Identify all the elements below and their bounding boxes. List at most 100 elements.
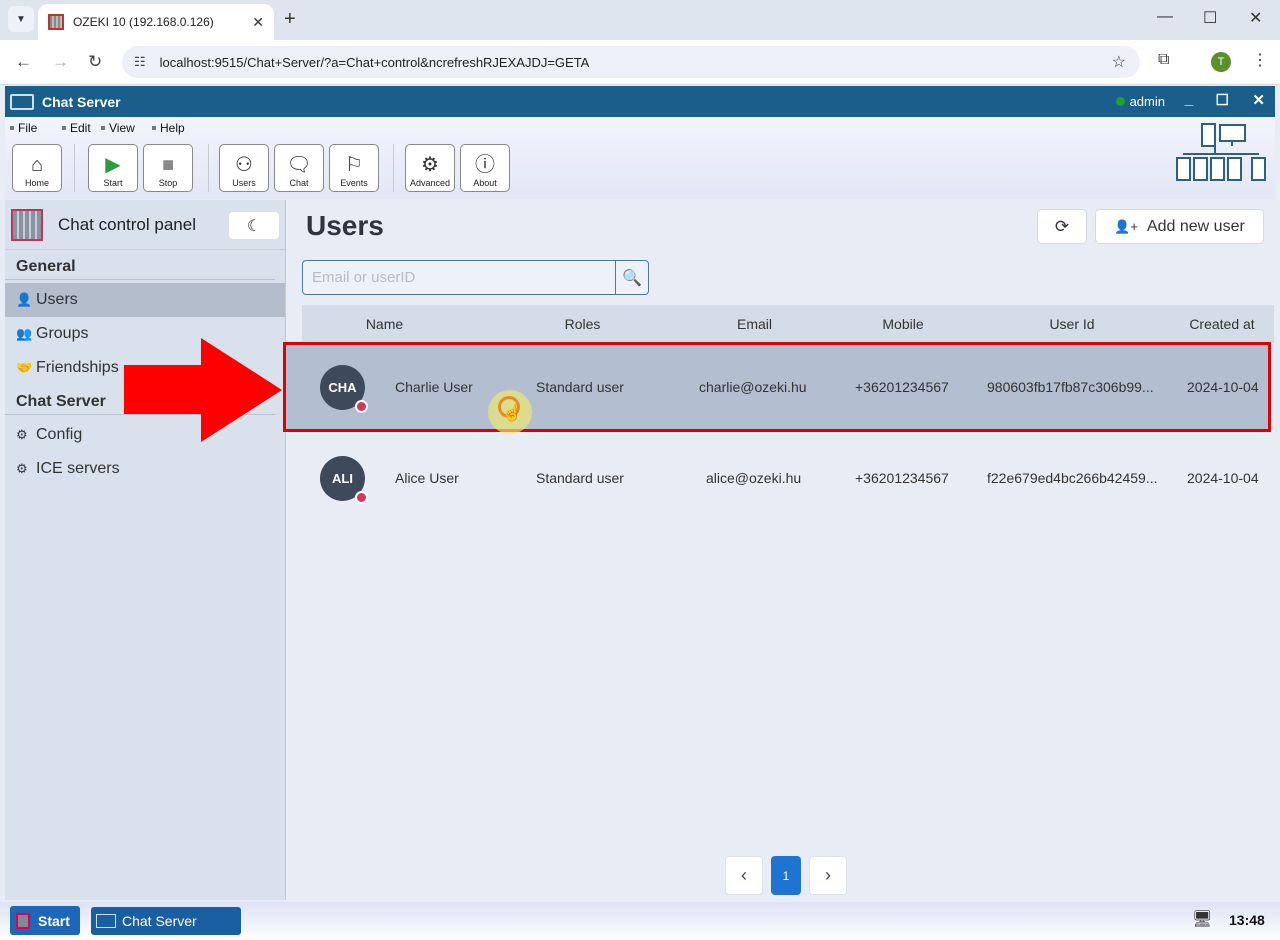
browser-tab[interactable]: OZEKI 10 (192.168.0.126) ✕ <box>38 4 274 40</box>
search-icon: 🔍 <box>622 269 642 287</box>
clock: 13:48 <box>1229 912 1265 928</box>
refresh-button[interactable]: ⟳ <box>1037 209 1087 244</box>
ozeki-logo-icon <box>16 912 30 929</box>
user-search: 🔍 <box>302 260 649 295</box>
tab-list-button[interactable]: ▼ <box>8 6 34 32</box>
app-maximize-button[interactable]: ☐ <box>1216 91 1229 109</box>
dark-mode-toggle[interactable]: ☾ <box>229 212 279 239</box>
chat-icon: 🗨 <box>286 154 312 176</box>
reload-button[interactable]: ↻ <box>88 52 102 72</box>
column-header-roles[interactable]: Roles <box>550 316 615 332</box>
table-row[interactable]: CHA Charlie User Standard user charlie@o… <box>283 342 1271 432</box>
sidebar-item-users[interactable]: 👤 Users <box>5 283 285 317</box>
page-title: Users <box>306 210 384 241</box>
address-bar-row: ← → ↻ ☷ localhost:9515/Chat+Server/?a=Ch… <box>0 40 1280 85</box>
column-header-name[interactable]: Name <box>352 316 417 332</box>
browser-menu-icon[interactable]: ⋮ <box>1252 50 1268 70</box>
sidebar-header: Chat control panel ☾ <box>5 200 285 250</box>
app-close-button[interactable]: ✕ <box>1252 91 1265 109</box>
add-new-user-button[interactable]: 👤+ Add new user <box>1095 209 1264 244</box>
toolbar-start-button[interactable]: ▶ Start <box>88 144 138 192</box>
search-button[interactable]: 🔍 <box>615 261 648 294</box>
toolbar-home-button[interactable]: ⌂ Home <box>12 144 62 192</box>
column-header-mobile[interactable]: Mobile <box>868 316 938 332</box>
avatar-initials: ALI <box>332 470 353 486</box>
url-text: localhost:9515/Chat+Server/?a=Chat+contr… <box>159 54 590 70</box>
close-window-button[interactable]: ✕ <box>1249 8 1262 28</box>
cell-created-at: 2024-10-04 <box>1187 379 1259 395</box>
next-page-button[interactable]: › <box>809 856 847 895</box>
toolbar-about-button[interactable]: ⓘ About <box>460 144 510 192</box>
chat-server-app-icon <box>10 93 34 110</box>
sidebar-item-label: ICE servers <box>36 460 120 477</box>
moon-icon: ☾ <box>246 217 262 235</box>
menu-edit[interactable]: Edit <box>62 121 91 135</box>
toolbar-label: Stop <box>158 178 178 188</box>
column-header-user-id[interactable]: User Id <box>1032 316 1112 332</box>
extensions-icon[interactable]: ⧉ <box>1158 51 1169 69</box>
cell-role: Standard user <box>536 379 624 395</box>
back-button[interactable]: ← <box>15 52 32 72</box>
toolbar-advanced-button[interactable]: ⚙ Advanced <box>405 144 455 192</box>
previous-page-button[interactable]: ‹ <box>725 856 763 895</box>
toolbar-label: Advanced <box>409 178 451 188</box>
cell-role: Standard user <box>536 470 624 486</box>
cell-created-at: 2024-10-04 <box>1187 470 1259 486</box>
search-input[interactable] <box>303 261 615 294</box>
gears-icon: ⚙ <box>16 427 28 442</box>
app-title-bar: Chat Server admin _ ☐ ✕ <box>5 86 1275 117</box>
bookmark-star-icon[interactable]: ☆ <box>1112 52 1126 72</box>
gear-icon: ⚙ <box>421 154 439 176</box>
sidebar-item-label: Friendships <box>36 359 119 376</box>
display-tray-icon[interactable]: 🖥 <box>1192 909 1212 929</box>
app-title: Chat Server <box>42 93 121 110</box>
username: admin <box>1129 94 1165 109</box>
logged-in-user[interactable]: admin <box>1115 94 1165 109</box>
toolbar-separator <box>393 144 394 192</box>
start-button[interactable]: Start <box>10 906 80 935</box>
cell-name: Alice User <box>395 470 459 486</box>
close-tab-icon[interactable]: ✕ <box>252 14 264 31</box>
menu-help[interactable]: Help <box>152 121 185 135</box>
toolbar-label: Home <box>24 178 49 188</box>
menu-view[interactable]: View <box>101 121 135 135</box>
app-minimize-button[interactable]: _ <box>1185 91 1193 108</box>
taskbar: Start Chat Server <box>0 902 1280 940</box>
menu-toolbar-area: File Edit View Help ⌂ Home ▶ Start ■ Sto… <box>5 117 1275 199</box>
refresh-icon: ⟳ <box>1054 216 1070 236</box>
avatar-initials: CHA <box>328 379 357 395</box>
column-header-email[interactable]: Email <box>722 316 787 332</box>
page-1-button[interactable]: 1 <box>771 856 801 895</box>
forward-button[interactable]: → <box>52 52 69 72</box>
maximize-window-button[interactable]: ☐ <box>1203 8 1217 28</box>
sidebar-item-ice-servers[interactable]: ⚙ ICE servers <box>5 452 285 486</box>
online-status-icon <box>1115 97 1125 106</box>
toolbar-chat-button[interactable]: 🗨 Chat <box>274 144 324 192</box>
toolbar-users-button[interactable]: ⚇ Users <box>219 144 269 192</box>
site-settings-icon[interactable]: ☷ <box>134 54 146 70</box>
menu-file[interactable]: File <box>10 121 37 135</box>
toolbar-stop-button[interactable]: ■ Stop <box>143 144 193 192</box>
avatar: CHA <box>320 364 368 413</box>
profile-avatar[interactable]: T <box>1211 52 1231 72</box>
toolbar-events-button[interactable]: ⚐ Events <box>329 144 379 192</box>
start-label: Start <box>38 912 70 929</box>
cell-user-id: f22e679ed4bc266b42459... <box>987 470 1158 486</box>
taskbar-chat-server[interactable]: Chat Server <box>91 907 241 935</box>
column-header-created-at[interactable]: Created at <box>1182 316 1262 332</box>
main-content: Users ⟳ 👤+ Add new user 🔍 Name Roles Ema… <box>283 200 1275 900</box>
sidebar-item-label: Groups <box>36 325 89 342</box>
toolbar-separator <box>74 144 75 192</box>
cell-email: charlie@ozeki.hu <box>699 379 807 395</box>
table-row[interactable]: ALI Alice User Standard user alice@ozeki… <box>286 433 1274 523</box>
add-user-icon: 👤+ <box>1114 218 1138 234</box>
play-icon: ▶ <box>105 154 121 176</box>
url-field[interactable]: ☷ localhost:9515/Chat+Server/?a=Chat+con… <box>122 46 1140 78</box>
minimize-window-button[interactable]: — <box>1157 8 1173 26</box>
chat-panel-logo-icon <box>11 208 43 241</box>
new-tab-button[interactable]: + <box>284 8 296 31</box>
sidebar-title: Chat control panel <box>58 214 196 234</box>
browser-tab-bar: ▼ OZEKI 10 (192.168.0.126) ✕ + — ☐ ✕ <box>0 0 1280 40</box>
toolbar-label: Start <box>103 178 123 188</box>
status-dot-icon <box>355 490 368 504</box>
